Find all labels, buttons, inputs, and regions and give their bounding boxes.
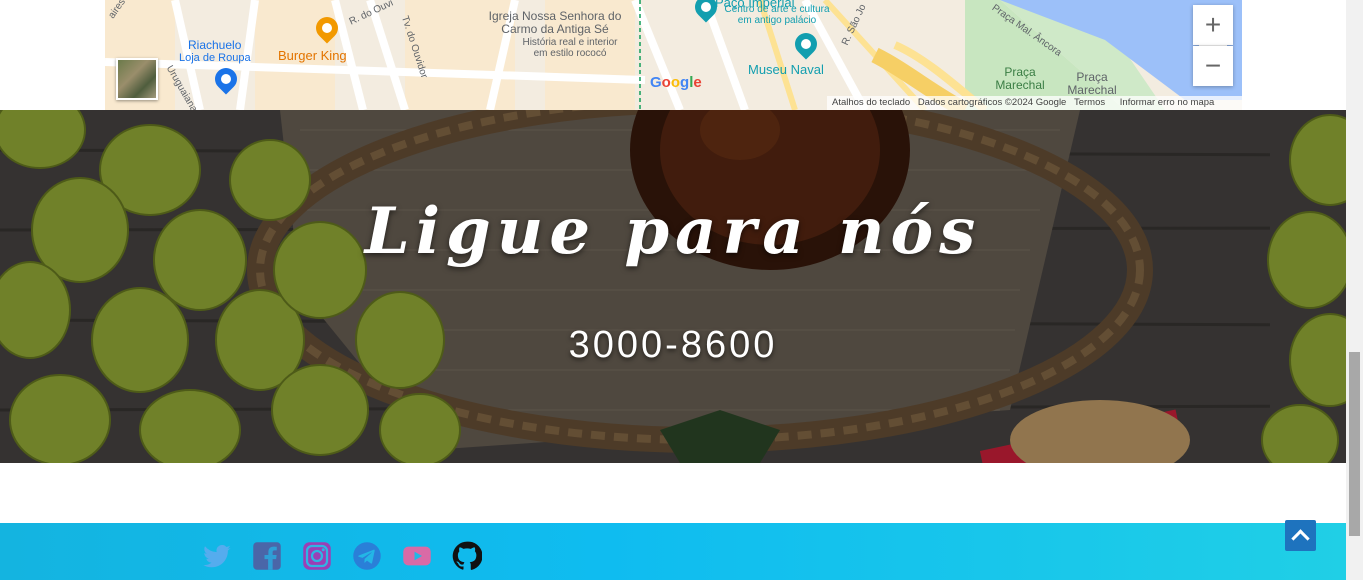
youtube-icon[interactable] <box>402 541 432 571</box>
poi-riachuelo-subtitle: Loja de Roupa <box>179 52 251 64</box>
map-data-text: Dados cartográficos ©2024 Google <box>917 97 1067 108</box>
scrollbar-thumb[interactable] <box>1349 352 1360 536</box>
zoom-in-button[interactable]: + <box>1193 5 1233 45</box>
scroll-to-top-button[interactable] <box>1285 520 1316 551</box>
google-logo: Google <box>650 74 702 91</box>
poi-riachuelo[interactable]: Riachuelo <box>188 39 241 52</box>
map-embed[interactable]: aires Uruguaiana Riachuelo Loja de Roupa… <box>105 0 1242 110</box>
twitter-icon[interactable] <box>202 541 232 571</box>
poi-praca-marechal[interactable]: Praça Marechal <box>990 66 1050 91</box>
report-error-link[interactable]: Informar erro no mapa <box>1120 97 1215 108</box>
poi-praca-marechal-2[interactable]: Praça Marechal <box>1062 71 1122 96</box>
poi-igreja[interactable]: Igreja Nossa Senhora do Carmo da Antiga … <box>480 10 630 35</box>
facebook-icon[interactable] <box>252 541 282 571</box>
satellite-toggle[interactable] <box>116 58 158 100</box>
footer <box>0 523 1346 580</box>
zoom-out-button[interactable]: − <box>1193 46 1233 86</box>
terms-link[interactable]: Termos <box>1074 97 1105 108</box>
poi-burger-king[interactable]: Burger King <box>278 49 347 63</box>
page-scrollbar[interactable] <box>1346 0 1363 580</box>
poi-paco-subtitle: Centro de arte e cultura em antigo palác… <box>724 4 830 26</box>
map-attribution: Atalhos do teclado Dados cartográficos ©… <box>827 96 1242 110</box>
call-us-section: Ligue para nós 3000-8600 <box>0 110 1346 463</box>
instagram-icon[interactable] <box>302 541 332 571</box>
poi-museu-naval[interactable]: Museu Naval <box>748 63 824 77</box>
telegram-icon[interactable] <box>352 541 382 571</box>
hero-background-image <box>0 110 1346 463</box>
keyboard-shortcuts-link[interactable]: Atalhos do teclado <box>832 97 910 108</box>
poi-igreja-subtitle: História real e interior em estilo rococ… <box>522 37 618 59</box>
github-icon[interactable] <box>452 541 482 571</box>
hero-title: Ligue para nós <box>364 194 982 269</box>
phone-number[interactable]: 3000-8600 <box>0 324 1346 367</box>
